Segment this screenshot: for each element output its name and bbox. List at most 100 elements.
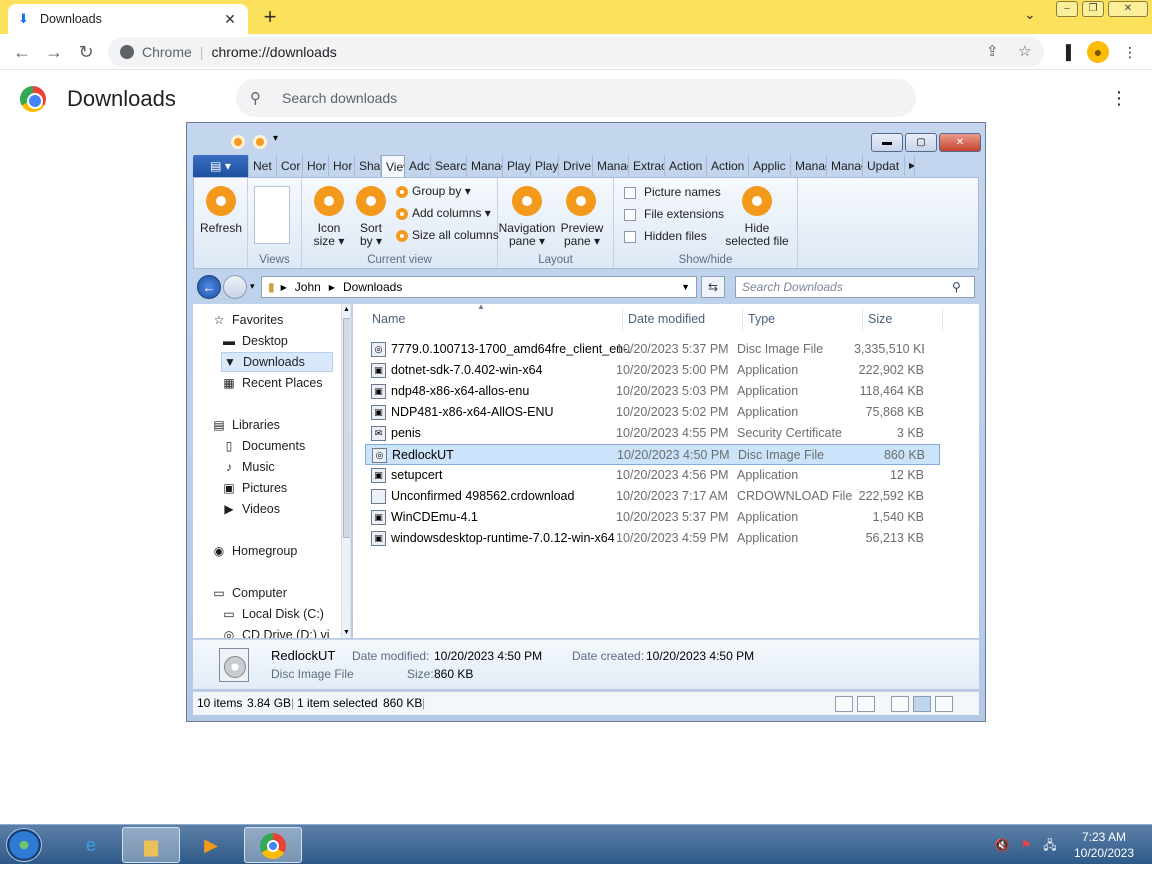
new-tab-button[interactable]: + [258, 4, 282, 30]
ribbon-tab[interactable]: Manag [467, 155, 503, 177]
restore-button[interactable]: ❐ [1082, 1, 1104, 17]
address-dropdown-icon[interactable]: ▼ [681, 282, 690, 292]
hide-selected-button[interactable]: Hide selected file [718, 222, 796, 248]
nav-item[interactable]: ☆ Favorites [211, 310, 333, 330]
network-icon[interactable]: 🖧 [1042, 837, 1058, 853]
back-button[interactable]: ← [10, 40, 34, 64]
breadcrumb-downloads[interactable]: Downloads [343, 280, 402, 294]
site-info-icon[interactable] [120, 45, 134, 59]
ribbon-tab[interactable]: Action [665, 155, 707, 177]
ribbon-tab[interactable]: Play [503, 155, 531, 177]
search-icon[interactable]: ⚲ [952, 280, 961, 294]
ribbon-scroll-right-icon[interactable]: ▶ [905, 155, 915, 177]
add-columns-button[interactable]: Add columns ▾ [412, 207, 491, 220]
ribbon-tab[interactable]: Viev [381, 155, 405, 177]
file-row[interactable]: ▣ NDP481-x86-x64-AllOS-ENU 10/20/2023 5:02… [365, 402, 940, 423]
ribbon-tab[interactable]: Action [707, 155, 749, 177]
column-header[interactable]: Name [367, 308, 623, 330]
file-row[interactable]: ▣ ndp48-x86-x64-allos-enu 10/20/2023 5:03 … [365, 381, 940, 402]
views-gallery[interactable] [254, 186, 290, 244]
file-row[interactable]: ◎ RedlockUT 10/20/2023 4:50 PM Disc Image F… [365, 444, 940, 465]
breadcrumb-john[interactable]: John [295, 280, 321, 294]
file-row[interactable]: ▣ dotnet-sdk-7.0.402-win-x64 10/20/2023 5:… [365, 360, 940, 381]
navigation-pane-icon[interactable] [512, 186, 542, 216]
file-row[interactable]: ▣ setupcert 10/20/2023 4:56 PM Application 1… [365, 465, 940, 486]
details-view-icon[interactable] [835, 696, 853, 712]
refresh-icon[interactable] [206, 186, 236, 216]
picture-names-checkbox[interactable] [624, 187, 636, 199]
search-downloads-input[interactable] [282, 90, 782, 106]
sort-by-icon[interactable] [356, 186, 386, 216]
sort-by-button[interactable]: Sort by ▾ [348, 222, 394, 248]
profile-avatar[interactable]: ● [1087, 41, 1109, 63]
preview-pane-button[interactable]: Preview pane ▾ [556, 222, 608, 248]
reload-button[interactable]: ↻ [74, 40, 98, 64]
file-row[interactable]: Unconfirmed 498562.crdownload 10/20/2023 … [365, 486, 940, 507]
file-explorer-icon[interactable]: ▆ [122, 827, 180, 863]
minimize-button[interactable]: – [1056, 1, 1078, 17]
explorer-forward-button[interactable] [223, 275, 247, 299]
search-downloads[interactable]: ⚲ [236, 79, 916, 117]
quick-access-icon[interactable] [231, 135, 245, 149]
ribbon-tab[interactable]: Manag [593, 155, 629, 177]
ribbon-tab[interactable]: Net [249, 155, 277, 177]
forward-button[interactable]: → [42, 40, 66, 64]
nav-item[interactable]: ▣ Pictures [221, 478, 333, 498]
nav-item[interactable]: ▼ Downloads [221, 352, 333, 372]
tab-downloads[interactable]: ⬇ Downloads ✕ [8, 4, 248, 34]
ribbon-tab[interactable]: Manag [827, 155, 863, 177]
nav-scrollbar[interactable]: ▲ ▼ [341, 304, 350, 638]
refresh-button[interactable]: Refresh [194, 222, 248, 235]
scroll-down-icon[interactable]: ▼ [343, 629, 350, 636]
ribbon-tab[interactable]: Hor [329, 155, 355, 177]
preview-pane-toggle-icon[interactable] [935, 696, 953, 712]
size-all-columns-button[interactable]: Size all columns [412, 229, 502, 242]
file-row[interactable]: ▣ WinCDEmu-4.1 10/20/2023 5:37 PM Applicati… [365, 507, 940, 528]
downloads-menu-icon[interactable]: ⋮ [1110, 88, 1128, 109]
media-player-icon[interactable]: ▶ [182, 827, 240, 863]
quick-access-icon[interactable] [253, 135, 267, 149]
ribbon-tab[interactable]: Search [431, 155, 467, 177]
side-panel-icon[interactable]: ▐ [1055, 41, 1077, 63]
ribbon-tab[interactable]: Updat [863, 155, 905, 177]
address-bar[interactable]: ▮ ▶ John ▶ Downloads ▼ [261, 276, 697, 298]
volume-muted-icon[interactable]: 🔇 [994, 837, 1010, 853]
navigation-pane-button[interactable]: Navigation pane ▾ [498, 222, 556, 248]
details-pane-toggle-icon[interactable] [913, 696, 931, 712]
nav-item[interactable]: ▬ Desktop [221, 331, 333, 351]
hide-selected-icon[interactable] [742, 186, 772, 216]
start-button[interactable] [6, 828, 42, 862]
nav-item[interactable]: ▶ Videos [221, 499, 333, 519]
file-row[interactable]: ▣ windowsdesktop-runtime-7.0.12-win-x64 10… [365, 528, 940, 549]
nav-item[interactable]: ▭ Local Disk (C:) [221, 604, 333, 624]
column-header[interactable]: Type [743, 308, 863, 330]
app-menu-button[interactable]: ▤ ▾ [193, 155, 249, 177]
nav-item[interactable]: ▯ Documents [221, 436, 333, 456]
taskbar-clock[interactable]: 7:23 AM 10/20/2023 [1064, 829, 1144, 861]
nav-scroll-thumb[interactable] [343, 318, 350, 538]
icon-size-button[interactable]: Icon size ▾ [304, 222, 354, 248]
close-window-button[interactable]: ✕ [1108, 1, 1148, 17]
nav-item[interactable]: ◉ Homegroup [211, 541, 333, 561]
explorer-search-input[interactable] [742, 280, 952, 294]
recent-locations-icon[interactable]: ▾ [250, 281, 255, 292]
preview-pane-icon[interactable] [566, 186, 596, 216]
icon-size-icon[interactable] [314, 186, 344, 216]
hidden-files-checkbox[interactable] [624, 231, 636, 243]
share-icon[interactable]: ⇪ [986, 42, 999, 60]
large-icons-view-icon[interactable] [857, 696, 875, 712]
explorer-close-button[interactable]: ✕ [939, 133, 981, 152]
file-extensions-checkbox[interactable] [624, 209, 636, 221]
chrome-taskbar-icon[interactable] [244, 827, 302, 863]
column-header[interactable]: Size [863, 308, 943, 330]
explorer-minimize-button[interactable]: ▬ [871, 133, 903, 152]
nav-item[interactable]: ♪ Music [221, 457, 333, 477]
omnibox[interactable]: Chrome | chrome://downloads [108, 37, 1044, 67]
tab-close-icon[interactable]: ✕ [222, 11, 238, 28]
ribbon-tab[interactable]: Extract [629, 155, 665, 177]
tab-search-chevron-icon[interactable]: ⌄ [1024, 6, 1036, 23]
ribbon-tab[interactable]: Manag [791, 155, 827, 177]
explorer-maximize-button[interactable]: ▢ [905, 133, 937, 152]
ribbon-tab[interactable]: Applic [749, 155, 791, 177]
layout-view-icon[interactable] [891, 696, 909, 712]
